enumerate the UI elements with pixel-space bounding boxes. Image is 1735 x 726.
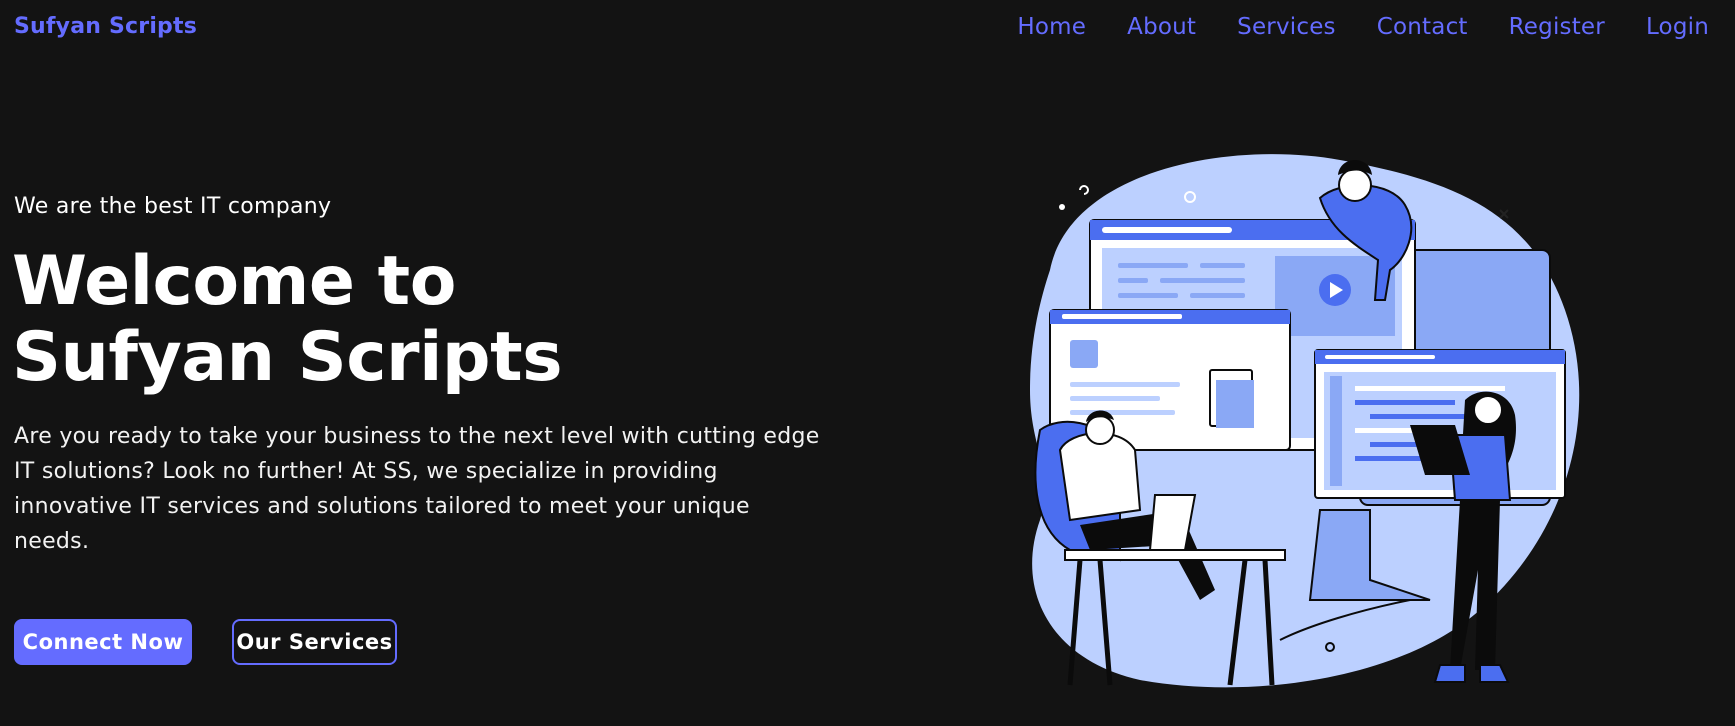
code-window-url — [1325, 355, 1435, 359]
code-line — [1355, 386, 1505, 391]
main-nav: Home About Services Contact Register Log… — [1017, 14, 1709, 40]
decor-sparkle — [1499, 209, 1509, 219]
code-line — [1355, 400, 1455, 405]
nav-link-contact[interactable]: Contact — [1377, 14, 1468, 40]
nav-link-about[interactable]: About — [1127, 14, 1196, 40]
desk-top — [1064, 549, 1286, 561]
browser-back-url — [1102, 227, 1232, 233]
our-services-button[interactable]: Our Services — [232, 619, 397, 665]
text-line — [1118, 263, 1188, 268]
browser-left-url — [1062, 314, 1182, 319]
text-line — [1190, 293, 1245, 298]
team-working-illustration — [1030, 154, 1580, 688]
hero-tagline: We are the best IT company — [14, 194, 332, 219]
nav-link-register[interactable]: Register — [1509, 14, 1605, 40]
nav-link-login[interactable]: Login — [1646, 14, 1709, 40]
hero-title: Welcome to Sufyan Scripts — [12, 242, 563, 397]
decor-dot — [1059, 204, 1065, 210]
nav-link-services[interactable]: Services — [1237, 14, 1336, 40]
line-numbers — [1330, 376, 1342, 486]
brand-logo-link[interactable]: Sufyan Scripts — [14, 14, 197, 39]
nav-link-home[interactable]: Home — [1017, 14, 1086, 40]
text-line — [1118, 293, 1178, 298]
card-fill — [1216, 380, 1254, 428]
image-block — [1070, 340, 1098, 368]
text-line — [1070, 396, 1160, 401]
text-line — [1160, 278, 1245, 283]
text-line — [1118, 278, 1148, 283]
text-line — [1200, 263, 1245, 268]
site-header: Sufyan Scripts Home About Services Conta… — [0, 0, 1735, 60]
page: Sufyan Scripts Home About Services Conta… — [0, 0, 1735, 726]
text-line — [1070, 382, 1180, 387]
hero-description: Are you ready to take your business to t… — [14, 424, 820, 554]
connect-now-button[interactable]: Connect Now — [14, 619, 192, 665]
text-line — [1070, 410, 1175, 415]
decor-arc — [1079, 185, 1089, 195]
